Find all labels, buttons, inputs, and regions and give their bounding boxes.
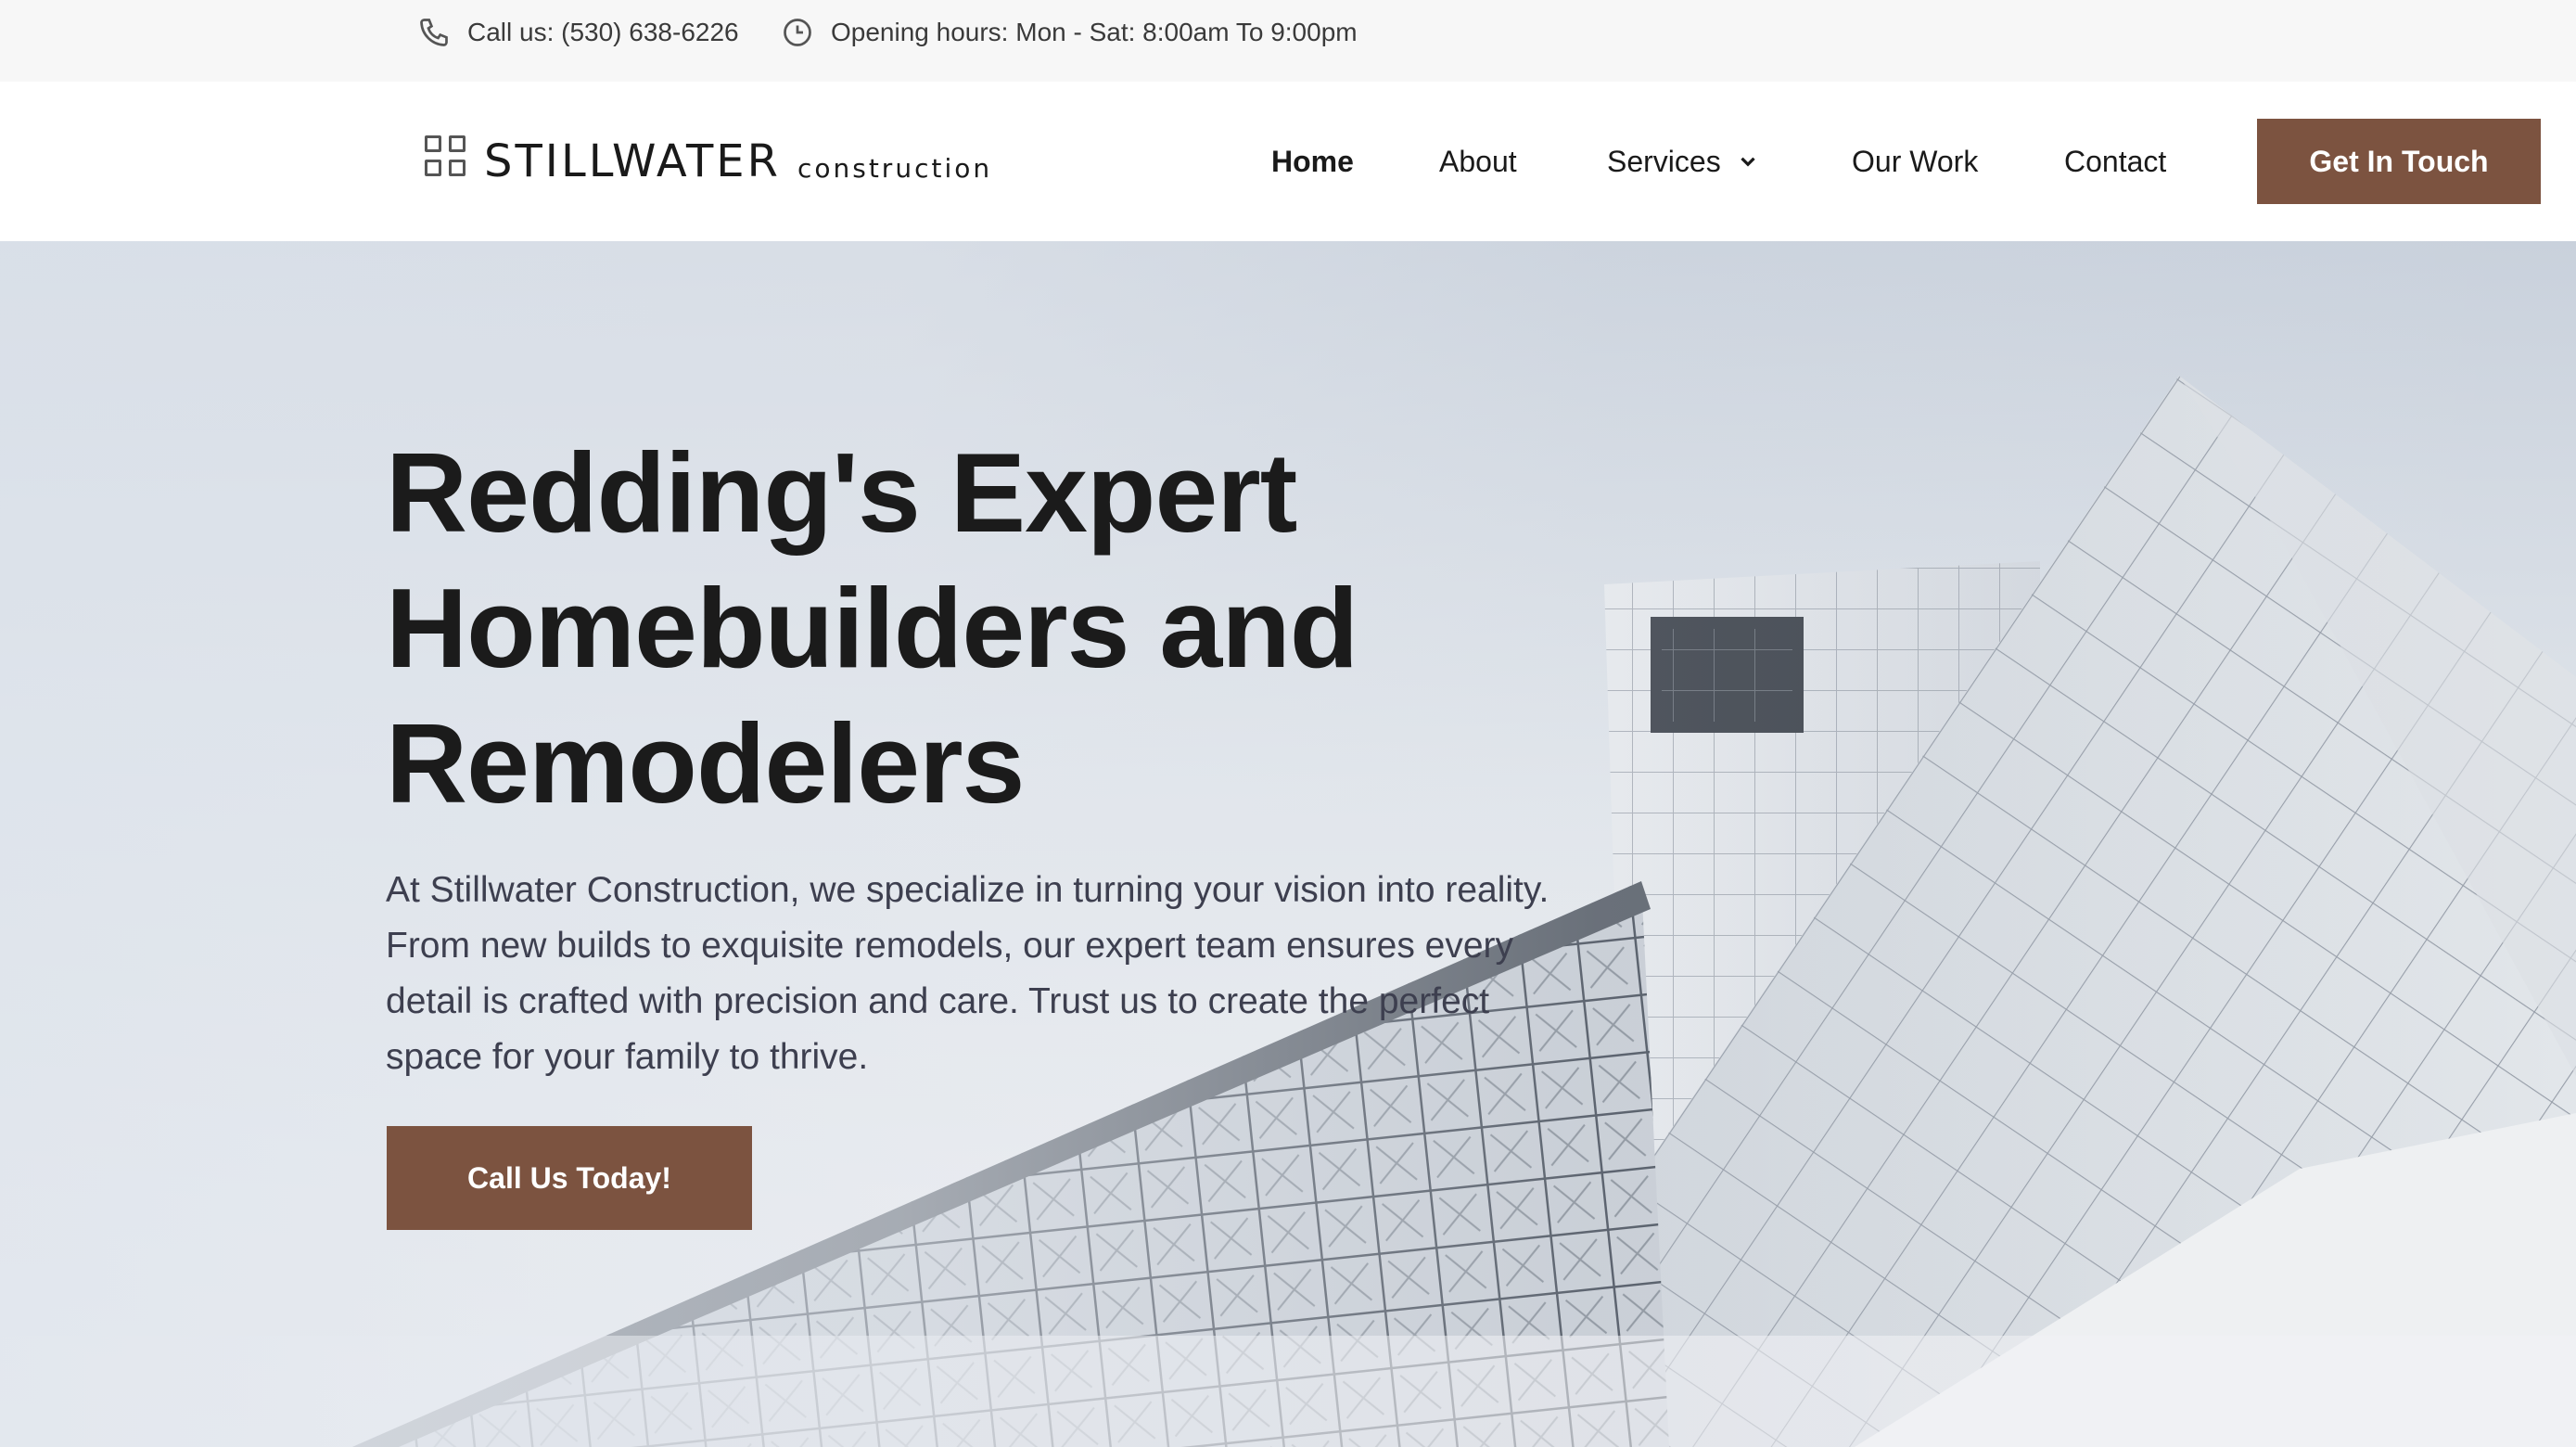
logo-name: STILLWATER	[484, 135, 781, 187]
phone-info[interactable]: Call us: (530) 638-6226	[417, 0, 739, 65]
chevron-down-icon	[1741, 157, 1755, 167]
hero-title-line-2: Homebuilders and	[386, 565, 1358, 691]
phone-text: Call us: (530) 638-6226	[467, 18, 739, 46]
hero-title: Redding's Expert Homebuilders and Remode…	[386, 425, 1591, 831]
nav-contact[interactable]: Contact	[2064, 143, 2166, 180]
nav-home[interactable]: Home	[1271, 143, 1354, 180]
hero-title-line-3: Remodelers	[386, 700, 1025, 826]
hero-description: At Stillwater Construction, we specializ…	[386, 870, 1549, 1077]
logo[interactable]: STILLWATER construction	[425, 135, 992, 184]
hero-section: Redding's Expert Homebuilders and Remode…	[0, 241, 2576, 1447]
hero-title-line-1: Redding's Expert	[386, 429, 1297, 556]
hero-overlay	[0, 241, 2576, 1447]
hours-info: Opening hours: Mon - Sat: 8:00am To 9:00…	[781, 0, 1358, 65]
phone-icon	[420, 19, 448, 46]
nav-services-label: Services	[1607, 145, 1721, 178]
get-in-touch-button[interactable]: Get In Touch	[2257, 119, 2541, 204]
nav-services[interactable]: Services	[1607, 143, 1760, 180]
logo-subtitle: construction	[797, 153, 993, 184]
call-us-today-button[interactable]: Call Us Today!	[387, 1126, 752, 1230]
nav-our-work[interactable]: Our Work	[1852, 143, 1978, 180]
hours-text: Opening hours: Mon - Sat: 8:00am To 9:00…	[831, 18, 1358, 46]
nav-about[interactable]: About	[1439, 143, 1517, 180]
clock-icon	[784, 19, 811, 46]
site-header: STILLWATER construction Home About Servi…	[0, 82, 2576, 241]
grid-icon	[425, 135, 467, 178]
top-info-bar: Call us: (530) 638-6226 Opening hours: M…	[0, 0, 2576, 82]
